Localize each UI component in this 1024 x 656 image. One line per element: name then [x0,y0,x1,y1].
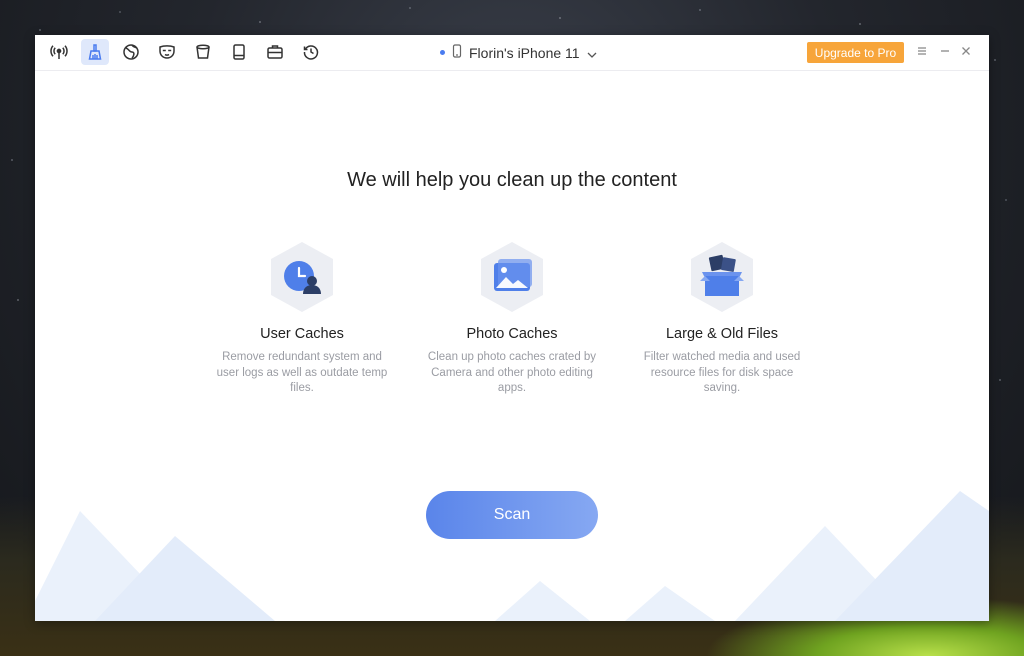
toolbox-icon [267,45,283,59]
title-bar: Florin's iPhone 11 Upgrade to Pro [35,35,989,71]
privacy-button[interactable] [153,39,181,65]
device-name: Florin's iPhone 11 [469,44,580,61]
feature-photo-caches: Photo Caches Clean up photo caches crate… [422,240,602,397]
page-heading: We will help you clean up the content [347,169,677,191]
photo-icon [478,240,546,314]
feature-large-old-files: Large & Old Files Filter watched media a… [632,240,812,397]
wifi-broadcast-icon [50,45,68,59]
close-icon [962,47,970,55]
device-selector[interactable]: Florin's iPhone 11 [440,44,597,61]
main-content: We will help you clean up the content Us… [35,71,989,621]
feature-desc: Clean up photo caches crated by Camera a… [427,351,597,394]
app-window: Florin's iPhone 11 Upgrade to Pro We wil… [35,35,989,621]
feature-title: User Caches [260,326,344,342]
history-button[interactable] [297,39,325,65]
tool-bar [45,39,325,65]
bucket-icon [196,44,210,59]
globe-icon [123,44,139,60]
phone-icon [452,44,462,61]
menu-button[interactable] [914,43,930,59]
chevron-down-icon [587,45,597,61]
bucket-button[interactable] [189,39,217,65]
feature-user-caches: User Caches Remove redundant system and … [212,240,392,397]
feature-title: Large & Old Files [665,326,779,342]
mask-icon [159,45,175,59]
close-button[interactable] [958,43,974,59]
user-clock-icon [268,240,336,314]
book-button[interactable] [225,39,253,65]
connection-dot [440,50,445,55]
menu-icon [918,47,926,55]
scan-button[interactable]: Scan [426,491,598,539]
upgrade-button[interactable]: Upgrade to Pro [807,42,904,63]
minimize-icon [941,50,949,52]
history-icon [303,45,319,60]
wifi-broadcast-button[interactable] [45,39,73,65]
book-icon [233,44,245,60]
feature-title: Photo Caches [466,326,558,342]
cleanup-button[interactable] [81,39,109,65]
toolbox-button[interactable] [261,39,289,65]
minimize-button[interactable] [937,43,953,59]
feature-desc: Remove redundant system and user logs as… [216,351,388,394]
globe-button[interactable] [117,39,145,65]
feature-desc: Filter watched media and used resource f… [643,351,801,394]
files-box-icon [688,240,756,314]
broom-icon [88,44,102,60]
